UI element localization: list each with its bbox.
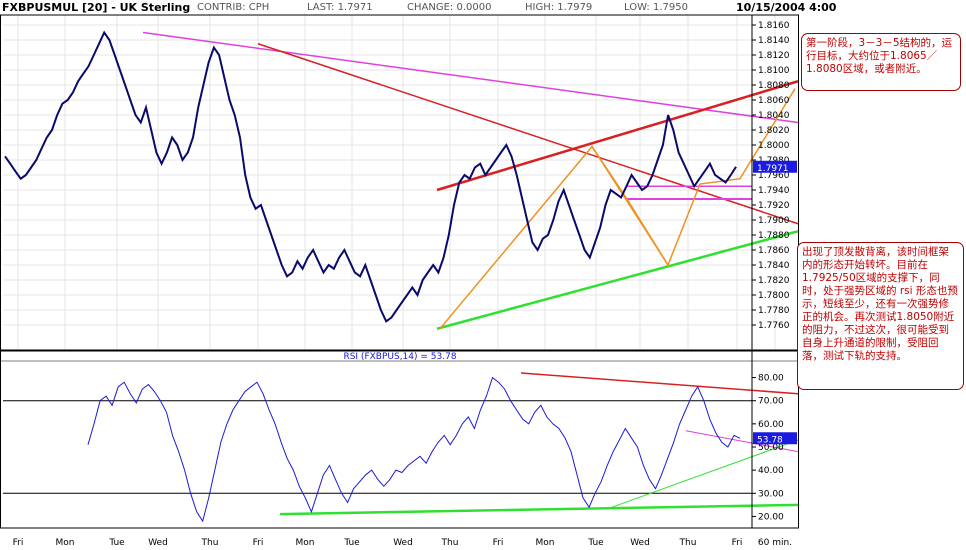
rsi-title: RSI (FXBPUS,14) = 53.78 xyxy=(343,352,456,362)
contrib-readout: CONTRIB: CPH xyxy=(197,0,269,15)
datetime-readout: 10/15/2004 4:00 xyxy=(736,1,837,14)
rsi-last-value-label: 53.78 xyxy=(757,435,783,445)
price-y-tick-label: 1.7760 xyxy=(758,321,790,331)
x-tick-label: Thu xyxy=(679,538,697,548)
price-y-tick-label: 1.7920 xyxy=(758,201,790,211)
price-y-tick-label: 1.7800 xyxy=(758,291,790,301)
last-readout: LAST: 1.7971 xyxy=(307,0,373,15)
x-tick-label: Wed xyxy=(393,538,413,548)
x-tick-label: Tue xyxy=(343,538,360,548)
price-y-tick-label: 1.8160 xyxy=(758,21,790,31)
x-tick-label: Thu xyxy=(201,538,219,548)
x-tick-label: Wed xyxy=(148,538,168,548)
price-y-tick-label: 1.8080 xyxy=(758,81,790,91)
rsi-series xyxy=(87,376,741,523)
contrib-label: CONTRIB: xyxy=(197,2,246,13)
symbol-title: FXBPUSMUL [20] - UK Sterling xyxy=(2,1,191,14)
x-tick-label: Wed xyxy=(630,538,650,548)
price-y-tick-label: 1.7940 xyxy=(758,186,790,196)
rsi-line xyxy=(87,376,741,523)
x-tick-label: Fri xyxy=(493,538,504,548)
change-label: CHANGE: xyxy=(407,2,454,13)
price-y-tick-label: 1.8000 xyxy=(758,141,790,151)
price-y-tick-label: 1.7860 xyxy=(758,246,790,256)
price-y-tick-label: 1.7820 xyxy=(758,276,790,286)
x-tick-label: 60 min. xyxy=(758,538,792,548)
price-y-tick-label: 1.8120 xyxy=(758,51,790,61)
rsi-y-tick-label: 60.00 xyxy=(758,420,784,430)
high-readout: HIGH: 1.7979 xyxy=(525,0,592,15)
low-value: 1.7950 xyxy=(652,2,688,13)
rsi-y-tick-label: 30.00 xyxy=(758,489,784,499)
price-y-tick-label: 1.8100 xyxy=(758,66,790,76)
annotation-top: 第一阶段，3－3－5结构的，运行目标，大约位于1.8065／1.8080区域，或… xyxy=(801,33,961,91)
price-last-value-label: 1.7971 xyxy=(757,164,789,174)
rsi-y-ticks: 80.0070.0060.0050.0040.0030.0020.00 xyxy=(752,374,784,522)
rsi-y-tick-label: 40.00 xyxy=(758,466,784,476)
high-value: 1.7979 xyxy=(557,2,593,13)
x-tick-label: Fri xyxy=(13,538,24,548)
orange-wave-count xyxy=(439,88,796,330)
x-ticks: Fri Mon Tue Wed Thu Fri Mon Tue Wed Thu Fri Mon Tue W… xyxy=(13,538,792,548)
high-label: HIGH: xyxy=(525,2,555,13)
price-y-tick-label: 1.7840 xyxy=(758,261,790,271)
rsi-y-tick-label: 70.00 xyxy=(758,397,784,407)
last-label: LAST: xyxy=(307,2,335,13)
x-tick-label: Thu xyxy=(441,538,459,548)
x-tick-label: Fri xyxy=(253,538,264,548)
rsi-y-tick-label: 20.00 xyxy=(758,512,784,522)
x-tick-label: Mon xyxy=(56,538,75,548)
panel-frames: RSI (FXBPUS,14) = 53.78 xyxy=(0,14,799,529)
price-y-tick-label: 1.8140 xyxy=(758,36,790,46)
price-y-tick-label: 1.7780 xyxy=(758,306,790,316)
trend-lines xyxy=(142,31,799,516)
price-y-tick-label: 1.8040 xyxy=(758,111,790,121)
price-y-tick-label: 1.7880 xyxy=(758,231,790,241)
price-y-ticks: 1.8160 1.8140 1.8120 1.8100 1.8080 1.8060 1.80… xyxy=(752,21,790,331)
contrib-value: CPH xyxy=(248,2,270,13)
x-tick-label: Mon xyxy=(296,538,315,548)
change-readout: CHANGE: 0.0000 xyxy=(407,0,491,15)
magenta-resistance-line xyxy=(142,31,799,124)
red-resistance-line xyxy=(257,43,799,225)
change-value: 0.0000 xyxy=(456,2,492,13)
rsi-y-tick-label: 80.00 xyxy=(758,374,784,384)
rsi-red-divergence-line xyxy=(520,372,799,395)
x-tick-label: Tue xyxy=(587,538,604,548)
x-tick-label: Mon xyxy=(536,538,555,548)
low-readout: LOW: 1.7950 xyxy=(624,0,688,15)
price-y-tick-label: 1.8020 xyxy=(758,126,790,136)
price-y-tick-label: 1.7900 xyxy=(758,216,790,226)
low-label: LOW: xyxy=(624,2,650,13)
x-tick-label: Fri xyxy=(732,538,743,548)
last-value: 1.7971 xyxy=(337,2,373,13)
price-y-tick-label: 1.8060 xyxy=(758,96,790,106)
rsi-panel-frame xyxy=(0,350,799,529)
x-tick-label: Tue xyxy=(108,538,125,548)
price-panel-frame xyxy=(0,14,799,351)
annotation-bottom: 出现了顶发散背离，该时间框架内的形态开始转坏。目前在1.7925/50区域的支撑… xyxy=(797,242,964,390)
rsi-green-support-line xyxy=(279,503,799,516)
